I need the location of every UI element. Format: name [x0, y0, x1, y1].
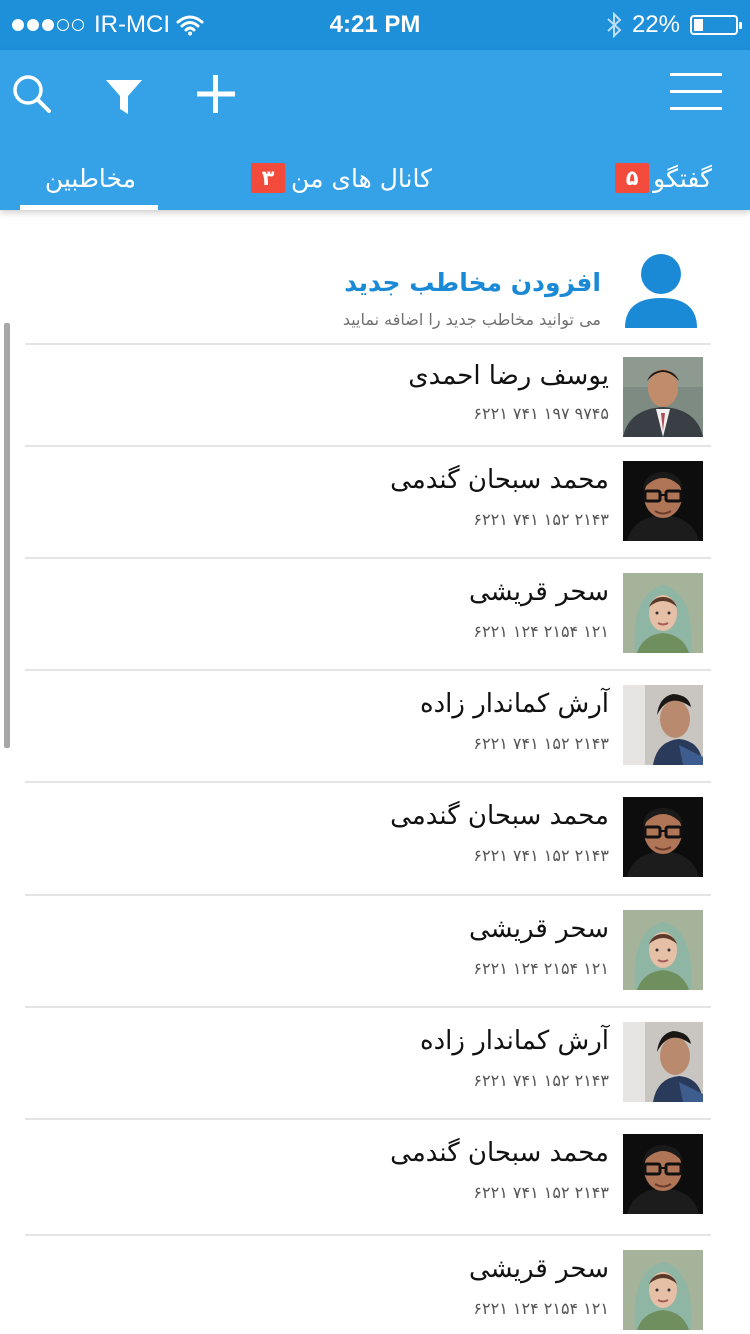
tab-chats[interactable]: گفتگو ۵ [615, 155, 712, 201]
contact-row[interactable]: سحر قریشی ۶۲۲۱ ۱۲۴ ۲۱۵۴ ۱۲۱ [25, 1234, 711, 1334]
search-icon[interactable] [12, 74, 52, 114]
contact-avatar [623, 685, 703, 765]
plus-icon[interactable] [196, 74, 236, 114]
add-contact-subtitle: می توانید مخاطب جدید را اضافه نمایید [342, 310, 601, 329]
contact-avatar [623, 1250, 703, 1330]
contact-phone: ۶۲۲۱ ۷۴۱ ۱۵۲ ۲۱۴۳ [473, 1183, 609, 1202]
contact-avatar [623, 357, 703, 437]
tab-chats-badge: ۵ [615, 163, 650, 193]
contact-name: سحر قریشی [468, 577, 609, 607]
scrollbar[interactable] [4, 323, 10, 748]
tab-chats-label: گفتگو [653, 163, 712, 193]
tab-contacts-label: مخاطبین [44, 163, 136, 193]
contact-row[interactable]: سحر قریشی ۶۲۲۱ ۱۲۴ ۲۱۵۴ ۱۲۱ [25, 557, 711, 671]
tab-my-channels[interactable]: کانال های من ۳ [251, 155, 432, 201]
battery-icon [690, 15, 742, 35]
contact-phone: ۶۲۲۱ ۷۴۱ ۱۵۲ ۲۱۴۳ [473, 510, 609, 529]
bluetooth-icon [607, 12, 622, 38]
status-bar-right: 22% [606, 11, 742, 39]
app-header: گفتگو ۵ کانال های من ۳ مخاطبین [0, 50, 750, 210]
contact-phone: ۶۲۲۱ ۱۲۴ ۲۱۵۴ ۱۲۱ [473, 1299, 609, 1318]
contact-avatar [623, 573, 703, 653]
tab-my-channels-label: کانال های من [291, 163, 432, 193]
tab-my-channels-badge: ۳ [251, 163, 286, 193]
contact-row[interactable]: آرش کماندار زاده ۶۲۲۱ ۷۴۱ ۱۵۲ ۲۱۴۳ [25, 1006, 711, 1120]
add-contact-row[interactable]: افزودن مخاطب جدید می توانید مخاطب جدید ر… [25, 240, 711, 345]
contact-row[interactable]: یوسف رضا احمدی ۶۲۲۱ ۷۴۱ ۱۹۷ ۹۷۴۵ [25, 345, 711, 447]
user-avatar-icon [625, 254, 697, 328]
contact-row[interactable]: محمد سبحان گندمی ۶۲۲۱ ۷۴۱ ۱۵۲ ۲۱۴۳ [25, 445, 711, 559]
contact-name: آرش کماندار زاده [419, 689, 609, 719]
contact-phone: ۶۲۲۱ ۷۴۱ ۱۵۲ ۲۱۴۳ [473, 846, 609, 865]
contact-row[interactable]: سحر قریشی ۶۲۲۱ ۱۲۴ ۲۱۵۴ ۱۲۱ [25, 894, 711, 1008]
contact-phone: ۶۲۲۱ ۷۴۱ ۱۵۲ ۲۱۴۳ [473, 1071, 609, 1090]
contact-name: آرش کماندار زاده [419, 1026, 609, 1056]
contact-avatar [623, 1022, 703, 1102]
battery-percentage: 22% [631, 11, 680, 38]
contact-name: سحر قریشی [468, 914, 609, 944]
menu-icon[interactable] [670, 72, 722, 112]
contact-row[interactable]: محمد سبحان گندمی ۶۲۲۱ ۷۴۱ ۱۵۲ ۲۱۴۳ [25, 1118, 711, 1236]
contact-phone: ۶۲۲۱ ۷۴۱ ۱۹۷ ۹۷۴۵ [473, 404, 609, 423]
contact-avatar [623, 797, 703, 877]
contact-row[interactable]: آرش کماندار زاده ۶۲۲۱ ۷۴۱ ۱۵۲ ۲۱۴۳ [25, 669, 711, 783]
contacts-list[interactable]: افزودن مخاطب جدید می توانید مخاطب جدید ر… [0, 210, 750, 1334]
add-contact-title: افزودن مخاطب جدید [344, 268, 601, 297]
contact-phone: ۶۲۲۱ ۷۴۱ ۱۵۲ ۲۱۴۳ [473, 734, 609, 753]
contact-name: سحر قریشی [468, 1254, 609, 1284]
contact-name: یوسف رضا احمدی [408, 361, 609, 391]
contact-phone: ۶۲۲۱ ۱۲۴ ۲۱۵۴ ۱۲۱ [473, 959, 609, 978]
contact-row[interactable]: محمد سبحان گندمی ۶۲۲۱ ۷۴۱ ۱۵۲ ۲۱۴۳ [25, 781, 711, 896]
contact-avatar [623, 1134, 703, 1214]
contact-phone: ۶۲۲۱ ۱۲۴ ۲۱۵۴ ۱۲۱ [473, 622, 609, 641]
contact-name: محمد سبحان گندمی [390, 1138, 609, 1168]
filter-icon[interactable] [105, 78, 143, 116]
tab-contacts[interactable]: مخاطبین [45, 155, 136, 201]
contact-name: محمد سبحان گندمی [390, 465, 609, 495]
status-bar: IR-MCI 4:21 PM 22% [0, 0, 750, 50]
contact-avatar [623, 910, 703, 990]
contact-name: محمد سبحان گندمی [390, 801, 609, 831]
contact-avatar [623, 461, 703, 541]
